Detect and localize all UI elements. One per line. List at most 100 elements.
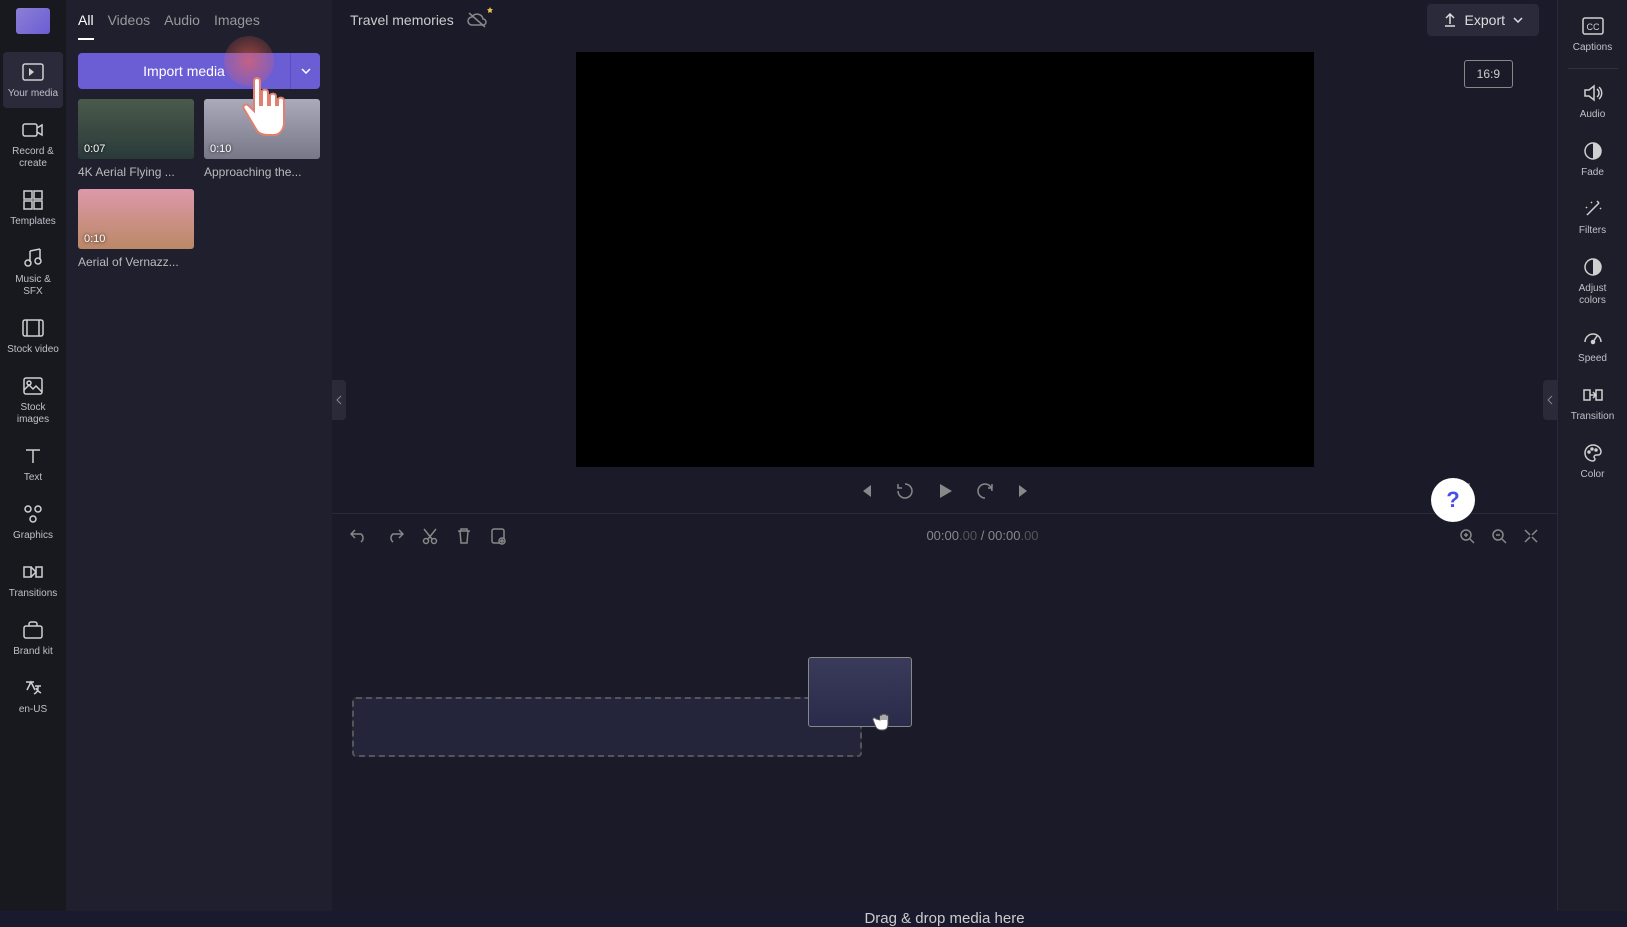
zoom-in-button[interactable]	[1459, 528, 1475, 544]
timeline-drop-zone[interactable]	[352, 697, 862, 757]
timeline-edit-controls	[350, 527, 506, 545]
tab-all[interactable]: All	[78, 12, 94, 40]
nav-stock-video[interactable]: Stock video	[3, 308, 63, 364]
current-time: 00:00	[926, 528, 959, 543]
delete-button[interactable]	[456, 527, 472, 545]
nav-label: Text	[24, 472, 42, 484]
nav-your-media[interactable]: Your media	[3, 52, 63, 108]
top-bar: Travel memories Export	[332, 0, 1557, 40]
divider	[1568, 68, 1618, 69]
nav-audio[interactable]: Audio	[1563, 73, 1623, 129]
timeline-area[interactable]: Drag & drop media here	[332, 557, 1557, 911]
music-icon	[21, 246, 45, 270]
media-grid: 0:07 4K Aerial Flying ... 0:10 Approachi…	[66, 99, 332, 269]
nav-language[interactable]: en-US	[3, 668, 63, 724]
media-thumbnail: 0:10	[78, 189, 194, 249]
transition-icon	[1581, 383, 1605, 407]
time-separator: /	[977, 528, 988, 543]
timeline-toolbar: 00:00.00 / 00:00.00	[332, 513, 1557, 557]
app-logo[interactable]	[16, 8, 50, 34]
nav-label: Templates	[10, 216, 56, 228]
nav-color[interactable]: Color	[1563, 433, 1623, 489]
nav-templates[interactable]: Templates	[3, 180, 63, 236]
collapse-right-panel-button[interactable]	[1543, 380, 1557, 420]
export-button[interactable]: Export	[1427, 4, 1539, 36]
contrast-icon	[1581, 255, 1605, 279]
play-button[interactable]	[935, 481, 955, 501]
nav-speed[interactable]: Speed	[1563, 317, 1623, 373]
svg-text:CC: CC	[1586, 22, 1599, 32]
speaker-icon	[1581, 81, 1605, 105]
nav-brand-kit[interactable]: Brand kit	[3, 610, 63, 666]
nav-label: Captions	[1573, 42, 1612, 54]
import-media-button[interactable]: Import media	[78, 53, 290, 89]
project-title-area: Travel memories	[350, 11, 488, 29]
nav-transition[interactable]: Transition	[1563, 375, 1623, 431]
undo-button[interactable]	[350, 527, 368, 545]
main-area: Travel memories Export 16:9	[332, 0, 1557, 911]
nav-label: Speed	[1578, 353, 1607, 365]
briefcase-icon	[21, 618, 45, 642]
fit-timeline-button[interactable]	[1523, 528, 1539, 544]
nav-transitions[interactable]: Transitions	[3, 552, 63, 608]
media-thumbnail: 0:07	[78, 99, 194, 159]
redo-button[interactable]	[386, 527, 404, 545]
import-dropdown-caret[interactable]	[290, 53, 320, 89]
tab-audio[interactable]: Audio	[164, 12, 200, 40]
skip-start-button[interactable]	[857, 482, 875, 500]
tab-images[interactable]: Images	[214, 12, 260, 40]
media-panel: All Videos Audio Images Import media 0:0…	[66, 0, 332, 911]
media-icon	[21, 60, 45, 84]
nav-adjust-colors[interactable]: Adjust colors	[1563, 247, 1623, 315]
nav-stock-images[interactable]: Stock images	[3, 366, 63, 434]
zoom-out-button[interactable]	[1491, 528, 1507, 544]
gauge-icon	[1581, 325, 1605, 349]
nav-text[interactable]: Text	[3, 436, 63, 492]
wand-icon	[1581, 197, 1605, 221]
nav-label: Color	[1581, 469, 1605, 481]
cut-button[interactable]	[422, 527, 438, 545]
playback-controls	[372, 481, 1517, 501]
timeline-zoom-controls	[1459, 528, 1539, 544]
split-button[interactable]	[490, 527, 506, 545]
nav-label: Stock images	[5, 402, 61, 426]
nav-fade[interactable]: Fade	[1563, 131, 1623, 187]
nav-label: Record & create	[5, 146, 61, 170]
video-preview[interactable]	[576, 52, 1314, 467]
nav-music[interactable]: Music & SFX	[3, 238, 63, 306]
export-label: Export	[1465, 12, 1505, 28]
nav-filters[interactable]: Filters	[1563, 189, 1623, 245]
skip-end-button[interactable]	[1015, 482, 1033, 500]
duration-badge: 0:10	[84, 233, 105, 245]
media-item[interactable]: 0:10 Approaching the...	[204, 99, 320, 179]
project-title[interactable]: Travel memories	[350, 12, 454, 28]
forward-button[interactable]	[975, 481, 995, 501]
nav-graphics[interactable]: Graphics	[3, 494, 63, 550]
nav-label: Graphics	[13, 530, 53, 542]
media-item[interactable]: 0:10 Aerial of Vernazz...	[78, 189, 194, 269]
nav-record-create[interactable]: Record & create	[3, 110, 63, 178]
media-item[interactable]: 0:07 4K Aerial Flying ...	[78, 99, 194, 179]
tab-videos[interactable]: Videos	[108, 12, 151, 40]
nav-captions[interactable]: CC Captions	[1563, 6, 1623, 62]
media-tabs: All Videos Audio Images	[66, 0, 332, 41]
cloud-sync-off-icon[interactable]	[466, 11, 488, 29]
templates-icon	[21, 188, 45, 212]
aspect-ratio-button[interactable]: 16:9	[1464, 60, 1513, 88]
rewind-button[interactable]	[895, 481, 915, 501]
text-icon	[21, 444, 45, 468]
captions-icon: CC	[1581, 14, 1605, 38]
timeline-timecode: 00:00.00 / 00:00.00	[926, 528, 1038, 543]
help-button[interactable]: ?	[1431, 478, 1475, 522]
import-row: Import media	[66, 41, 332, 99]
duration-badge: 0:10	[210, 143, 231, 155]
language-icon	[21, 676, 45, 700]
media-title: 4K Aerial Flying ...	[78, 165, 194, 179]
duration-badge: 0:07	[84, 143, 105, 155]
palette-icon	[1581, 441, 1605, 465]
grab-cursor-icon	[872, 712, 900, 736]
chevron-left-icon	[1547, 395, 1553, 405]
collapse-left-panel-button[interactable]	[332, 380, 346, 420]
media-title: Approaching the...	[204, 165, 320, 179]
nav-label: en-US	[19, 704, 47, 716]
